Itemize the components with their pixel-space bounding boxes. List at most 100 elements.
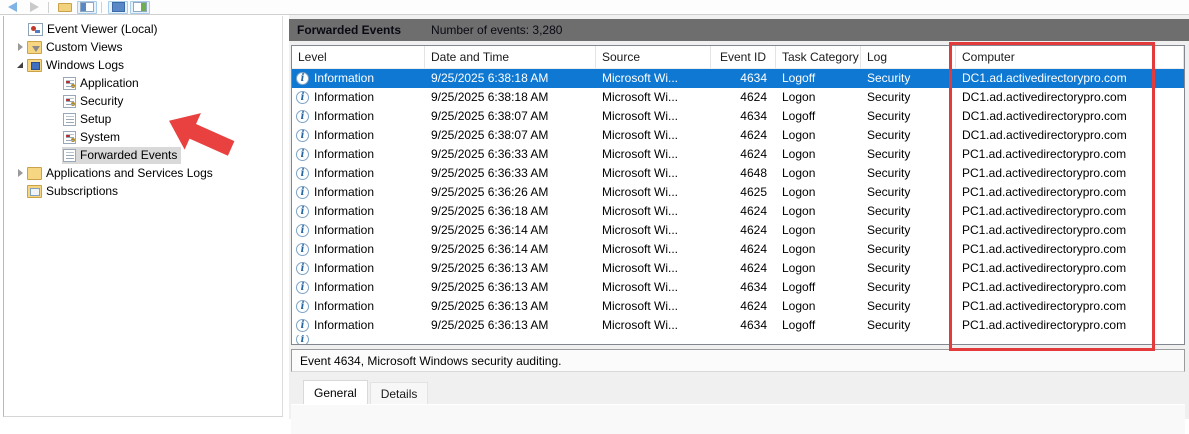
level-cell: iInformation xyxy=(292,240,425,259)
tree-item-label: System xyxy=(80,130,120,144)
table-row[interactable]: iInformation 9/25/2025 6:36:33 AM Micros… xyxy=(292,145,1184,164)
console-tree-toggle-icon[interactable] xyxy=(77,1,97,14)
tree-item[interactable]: Application xyxy=(4,74,282,92)
datetime-cell: 9/25/2025 6:36:13 AM xyxy=(425,316,596,335)
tree-item-label: Forwarded Events xyxy=(80,148,177,162)
table-row[interactable]: iInformation 9/25/2025 6:38:07 AM Micros… xyxy=(292,107,1184,126)
level-cell: iInformation xyxy=(292,126,425,145)
toolbar-separator xyxy=(101,2,102,13)
datetime-cell: 9/25/2025 6:38:18 AM xyxy=(425,88,596,107)
level-cell: iInformation xyxy=(292,278,425,297)
tree-item-icon xyxy=(28,23,43,36)
table-row[interactable]: iInformation 9/25/2025 6:36:13 AM Micros… xyxy=(292,259,1184,278)
event-preview-title-text: Event 4634, Microsoft Windows security a… xyxy=(300,354,561,368)
tree-item[interactable]: Forwarded Events xyxy=(4,146,282,164)
table-row-partial[interactable]: i xyxy=(292,335,1184,344)
properties-glyph xyxy=(112,2,125,12)
table-row[interactable]: iInformation 9/25/2025 6:38:07 AM Micros… xyxy=(292,126,1184,145)
tree-item-icon xyxy=(27,185,42,198)
tree-item-icon xyxy=(27,59,42,72)
log-cell: Security xyxy=(861,259,956,278)
table-row[interactable]: iInformation 9/25/2025 6:36:18 AM Micros… xyxy=(292,202,1184,221)
information-icon: i xyxy=(296,281,309,294)
log-cell: Security xyxy=(861,107,956,126)
tree-item[interactable]: Event Viewer (Local) xyxy=(4,20,282,38)
datetime-cell: 9/25/2025 6:36:13 AM xyxy=(425,278,596,297)
table-row[interactable]: iInformation 9/25/2025 6:38:18 AM Micros… xyxy=(292,69,1184,88)
information-icon: i xyxy=(296,186,309,199)
datetime-cell: 9/25/2025 6:36:18 AM xyxy=(425,202,596,221)
tree-item[interactable]: Security xyxy=(4,92,282,110)
tree-item-icon xyxy=(27,167,42,180)
level-cell: iInformation xyxy=(292,316,425,335)
log-cell: Security xyxy=(861,240,956,259)
event-id-cell: 4624 xyxy=(711,240,776,259)
source-cell: Microsoft Wi... xyxy=(596,316,711,335)
information-icon: i xyxy=(296,148,309,161)
column-header-task-category[interactable]: Task Category xyxy=(776,46,861,68)
table-row[interactable]: iInformation 9/25/2025 6:36:33 AM Micros… xyxy=(292,164,1184,183)
column-header-computer[interactable]: Computer xyxy=(956,46,1184,68)
table-row[interactable]: iInformation 9/25/2025 6:36:26 AM Micros… xyxy=(292,183,1184,202)
log-cell: Security xyxy=(861,316,956,335)
level-text: Information xyxy=(314,183,374,202)
tree-item-icon xyxy=(63,95,76,108)
source-cell: Microsoft Wi... xyxy=(596,202,711,221)
expander-icon[interactable] xyxy=(14,169,26,177)
tree-item[interactable]: Custom Views xyxy=(4,38,282,56)
log-cell: Security xyxy=(861,69,956,88)
computer-cell: PC1.ad.activedirectorypro.com xyxy=(956,259,1184,278)
tree-item-highlight: Applications and Services Logs xyxy=(26,165,217,182)
back-arrow-icon[interactable] xyxy=(2,1,22,14)
tree-item-highlight: Subscriptions xyxy=(26,183,122,200)
level-text: Information xyxy=(314,145,374,164)
column-header-source[interactable]: Source xyxy=(596,46,711,68)
level-cell: i xyxy=(292,335,425,344)
page-title: Forwarded Events xyxy=(297,23,401,37)
folder-icon[interactable] xyxy=(55,1,75,14)
expander-icon[interactable] xyxy=(14,62,26,68)
event-id-cell: 4624 xyxy=(711,145,776,164)
expander-icon[interactable] xyxy=(14,43,26,51)
datetime-cell: 9/25/2025 6:36:14 AM xyxy=(425,221,596,240)
table-row[interactable]: iInformation 9/25/2025 6:36:13 AM Micros… xyxy=(292,297,1184,316)
computer-cell: PC1.ad.activedirectorypro.com xyxy=(956,240,1184,259)
table-row[interactable]: iInformation 9/25/2025 6:36:14 AM Micros… xyxy=(292,221,1184,240)
properties-icon[interactable] xyxy=(108,1,128,14)
tab-details[interactable]: Details xyxy=(370,382,429,404)
tree-item-label: Windows Logs xyxy=(46,58,124,72)
level-text: Information xyxy=(314,259,374,278)
tree-item[interactable]: Subscriptions xyxy=(4,182,282,200)
tree-item[interactable]: System xyxy=(4,128,282,146)
level-text: Information xyxy=(314,164,374,183)
information-icon: i xyxy=(296,224,309,237)
tab-general[interactable]: General xyxy=(303,380,368,404)
table-row[interactable]: iInformation 9/25/2025 6:36:14 AM Micros… xyxy=(292,240,1184,259)
source-cell: Microsoft Wi... xyxy=(596,183,711,202)
tree-item-label: Applications and Services Logs xyxy=(46,166,213,180)
tree-item[interactable]: Windows Logs xyxy=(4,56,282,74)
level-cell: i Information xyxy=(292,183,425,202)
computer-cell: PC1.ad.activedirectorypro.com xyxy=(956,221,1184,240)
action-pane-toggle-icon[interactable] xyxy=(130,1,150,14)
table-row[interactable]: iInformation 9/25/2025 6:36:13 AM Micros… xyxy=(292,278,1184,297)
column-header-datetime[interactable]: Date and Time xyxy=(425,46,596,68)
toolbar-separator xyxy=(48,2,49,13)
event-id-cell: 4634 xyxy=(711,69,776,88)
column-header-log[interactable]: Log xyxy=(861,46,956,68)
task-category-cell: Logon xyxy=(776,221,861,240)
tree-item[interactable]: Setup xyxy=(4,110,282,128)
event-id-cell: 4634 xyxy=(711,316,776,335)
tree-item[interactable]: Applications and Services Logs xyxy=(4,164,282,182)
folder-glyph xyxy=(58,3,72,12)
table-row[interactable]: iInformation 9/25/2025 6:38:18 AM Micros… xyxy=(292,88,1184,107)
forward-arrow-icon[interactable] xyxy=(24,1,44,14)
table-row[interactable]: iInformation 9/25/2025 6:36:13 AM Micros… xyxy=(292,316,1184,335)
event-id-cell: 4648 xyxy=(711,164,776,183)
level-text: Information xyxy=(314,69,374,88)
column-header-event-id[interactable]: Event ID xyxy=(711,46,776,68)
column-header-level[interactable]: Level xyxy=(292,46,425,68)
level-text: Information xyxy=(314,126,374,145)
computer-cell: DC1.ad.activedirectorypro.com xyxy=(956,126,1184,145)
task-category-cell: Logon xyxy=(776,164,861,183)
